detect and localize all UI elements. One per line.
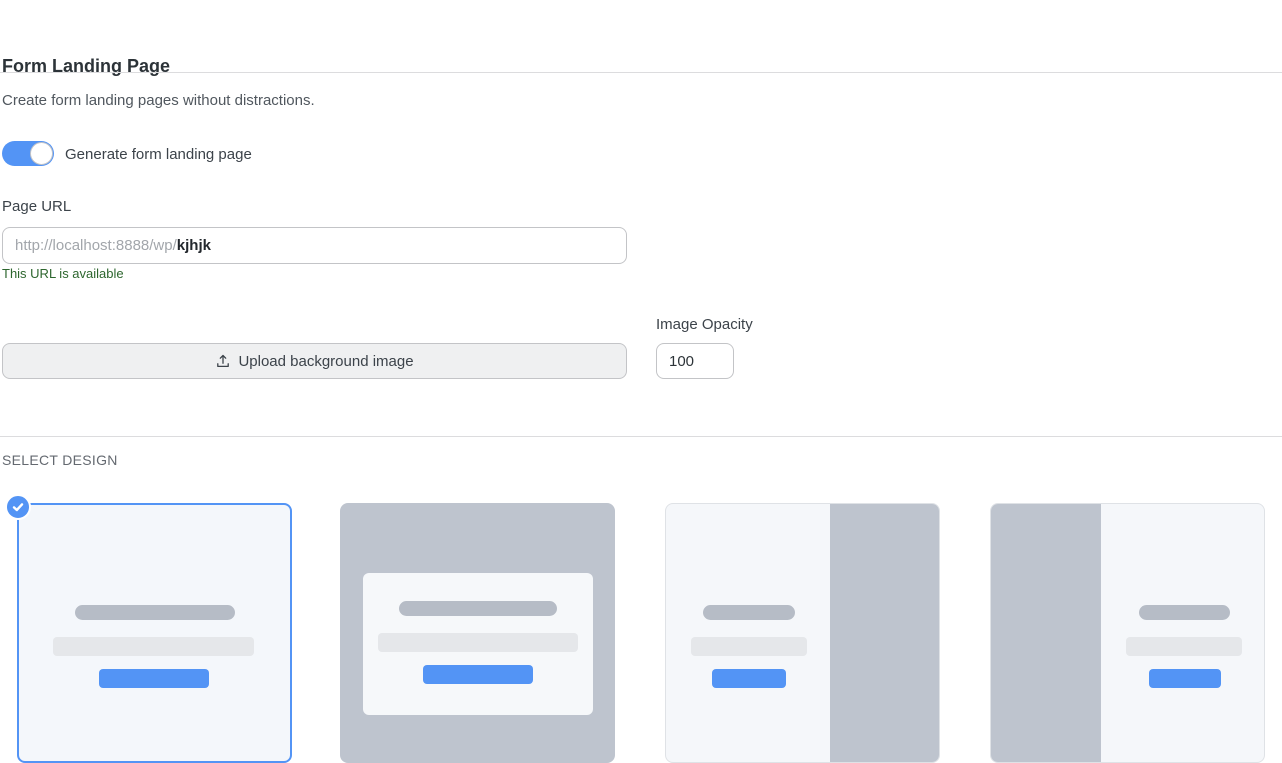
skeleton-title-bar <box>399 601 557 616</box>
skeleton-button <box>99 669 209 688</box>
selected-check-badge <box>5 494 31 520</box>
toggle-knob <box>30 142 53 165</box>
generate-landing-page-toggle[interactable] <box>2 141 54 166</box>
skeleton-text-bar <box>53 637 254 656</box>
design-option-1[interactable] <box>17 503 292 763</box>
skeleton-button <box>712 669 786 688</box>
skeleton-button <box>1149 669 1221 688</box>
page-url-input[interactable]: http://localhost:8888/wp/kjhjk <box>2 227 627 264</box>
skeleton-title-bar <box>703 605 795 620</box>
check-icon <box>11 500 25 514</box>
skeleton-text-bar <box>1126 637 1242 656</box>
skeleton-text-bar <box>691 637 807 656</box>
page-url-label: Page URL <box>2 198 71 215</box>
image-opacity-input[interactable] <box>656 343 734 379</box>
page-title: Form Landing Page <box>2 56 170 77</box>
skeleton-panel <box>363 573 593 715</box>
title-divider <box>0 72 1282 73</box>
upload-background-image-button[interactable]: Upload background image <box>2 343 627 379</box>
design-option-3[interactable] <box>665 503 940 763</box>
skeleton-button <box>423 665 533 684</box>
url-availability-status: This URL is available <box>2 266 124 281</box>
skeleton-text-bar <box>378 633 578 652</box>
skeleton-title-bar <box>1139 605 1230 620</box>
image-opacity-label: Image Opacity <box>656 316 753 333</box>
skeleton-sidebar <box>991 504 1101 762</box>
upload-icon <box>215 353 231 369</box>
toggle-label: Generate form landing page <box>65 146 252 163</box>
design-option-2[interactable] <box>340 503 615 763</box>
skeleton-title-bar <box>75 605 235 620</box>
url-prefix: http://localhost:8888/wp/ <box>15 237 177 254</box>
section-divider <box>0 436 1282 437</box>
upload-button-label: Upload background image <box>238 353 413 370</box>
url-value: kjhjk <box>177 237 211 254</box>
skeleton-sidebar <box>830 504 939 762</box>
select-design-label: SELECT DESIGN <box>2 452 118 468</box>
page-description: Create form landing pages without distra… <box>2 92 315 109</box>
design-option-4[interactable] <box>990 503 1265 763</box>
